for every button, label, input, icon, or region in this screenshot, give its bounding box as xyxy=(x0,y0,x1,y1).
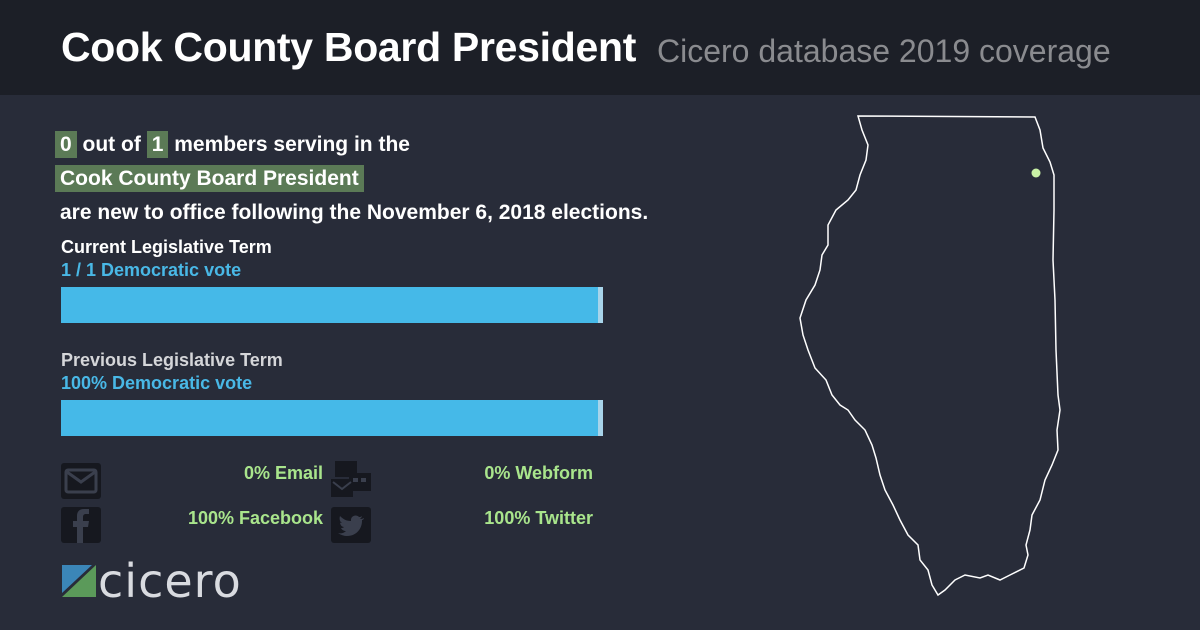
current-term-bar xyxy=(61,287,603,323)
current-term-bar-fill xyxy=(61,287,598,323)
facebook-icon xyxy=(61,507,101,543)
previous-term-bar xyxy=(61,400,603,436)
twitter-stat: 100% Twitter xyxy=(484,508,593,528)
current-term-label: Current Legislative Term xyxy=(61,237,272,257)
summary-line-2: Cook County Board President xyxy=(55,162,755,196)
page-title: Cook County Board President xyxy=(61,24,637,70)
cook-county-marker xyxy=(1031,168,1041,178)
new-count-highlight: 0 xyxy=(55,131,77,158)
summary-line-1: 0 out of 1 members serving in the xyxy=(55,128,755,162)
previous-term-bar-fill xyxy=(61,400,598,436)
cicero-logo-mark xyxy=(62,565,96,597)
summary-text: 0 out of 1 members serving in the Cook C… xyxy=(55,128,755,230)
email-stat: 0% Email xyxy=(243,463,323,483)
facebook-stat: 100% Facebook xyxy=(187,508,323,528)
current-term-vote: 1 / 1 Democratic vote xyxy=(61,260,242,280)
illinois-map xyxy=(799,115,1061,597)
webform-icon xyxy=(331,461,371,497)
twitter-icon xyxy=(331,507,371,543)
out-of-text: out of xyxy=(82,133,141,156)
webform-stat: 0% Webform xyxy=(484,463,593,483)
total-count-highlight: 1 xyxy=(146,131,169,158)
closing-text: are new to office following the November… xyxy=(60,201,649,224)
email-icon xyxy=(61,463,101,499)
previous-term-label: Previous Legislative Term xyxy=(61,350,283,370)
illinois-outline xyxy=(799,115,1061,597)
members-text: members serving in the xyxy=(174,133,410,156)
previous-term-vote: 100% Democratic vote xyxy=(61,373,253,393)
cicero-logo-text: cicero xyxy=(98,554,242,608)
header-bar: Cook County Board President Cicero datab… xyxy=(0,0,1200,95)
page-subtitle: Cicero database 2019 coverage xyxy=(657,33,1111,69)
office-highlight: Cook County Board President xyxy=(55,165,364,192)
